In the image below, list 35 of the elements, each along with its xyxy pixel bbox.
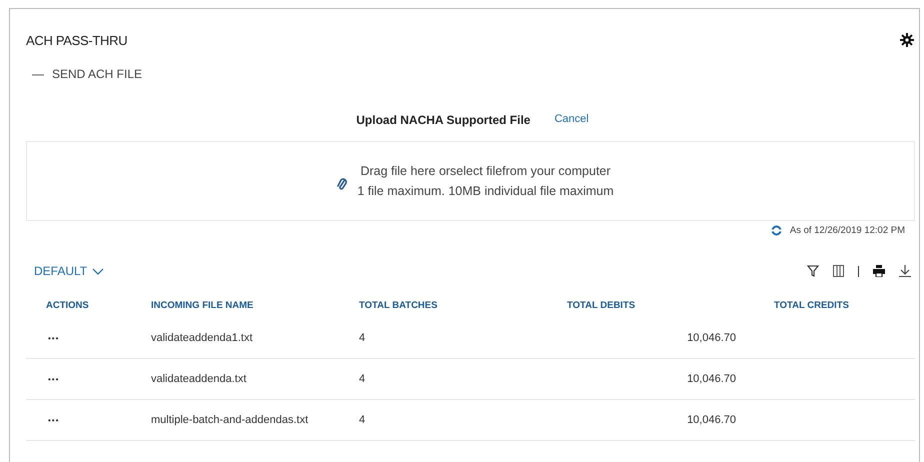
row-actions-menu[interactable]: ••• <box>26 334 151 342</box>
table-cell-text: 4 <box>359 414 366 426</box>
download-icon[interactable] <box>899 265 911 277</box>
table-cell-text: 10,046.70 <box>686 414 737 426</box>
timestamp-text: As of 12/26/2019 12:02 PM <box>790 225 905 236</box>
column-header[interactable]: TOTAL BATCHES <box>359 300 567 310</box>
cancel-link[interactable]: Cancel <box>554 113 589 127</box>
column-header[interactable]: TOTAL CREDITS <box>774 300 915 310</box>
table-cell-text: 10,046.70 <box>686 373 737 385</box>
table-cell-text: 4 <box>359 332 366 344</box>
gear-icon[interactable] <box>900 33 914 47</box>
view-dropdown[interactable]: DEFAULT <box>34 264 104 278</box>
column-header[interactable]: INCOMING FILE NAME <box>151 300 359 310</box>
table-cell-text: 10,046.70 <box>686 332 737 344</box>
print-icon[interactable] <box>873 265 885 277</box>
drop-zone[interactable]: Drag file here orselect filefrom your computer 1 file maximum. 10MB individual file maximum <box>26 141 915 221</box>
row-actions-menu[interactable]: ••• <box>26 374 151 384</box>
collapse-toggle[interactable]: — <box>32 67 44 81</box>
table-cell-text: validateaddenda.txt <box>151 373 248 385</box>
table-cell-text: multiple-batch-and-addendas.txt <box>151 414 310 426</box>
chevron-down-icon <box>92 268 104 274</box>
table-cell-text: validateaddenda1.txt <box>151 332 254 344</box>
filter-icon[interactable] <box>807 265 819 277</box>
column-header[interactable]: TOTAL DEBITS <box>567 300 774 310</box>
table-cell-text: 4 <box>359 373 366 385</box>
file-limit-text: 1 file maximum. 10MB individual file maximum <box>357 183 614 200</box>
section-title[interactable]: SEND ACH FILE <box>52 67 142 81</box>
upload-title: Upload NACHA Supported File <box>356 113 530 127</box>
row-actions-menu[interactable]: ••• <box>26 416 151 424</box>
paperclip-icon[interactable] <box>337 178 348 192</box>
column-header[interactable]: ACTIONS <box>26 300 151 310</box>
refresh-icon[interactable] <box>770 225 782 236</box>
columns-icon[interactable] <box>833 265 844 277</box>
drop-instructions: Drag file here orselect filefrom your computer <box>359 163 612 180</box>
panel-title: ACH PASS-THRU <box>26 32 128 48</box>
